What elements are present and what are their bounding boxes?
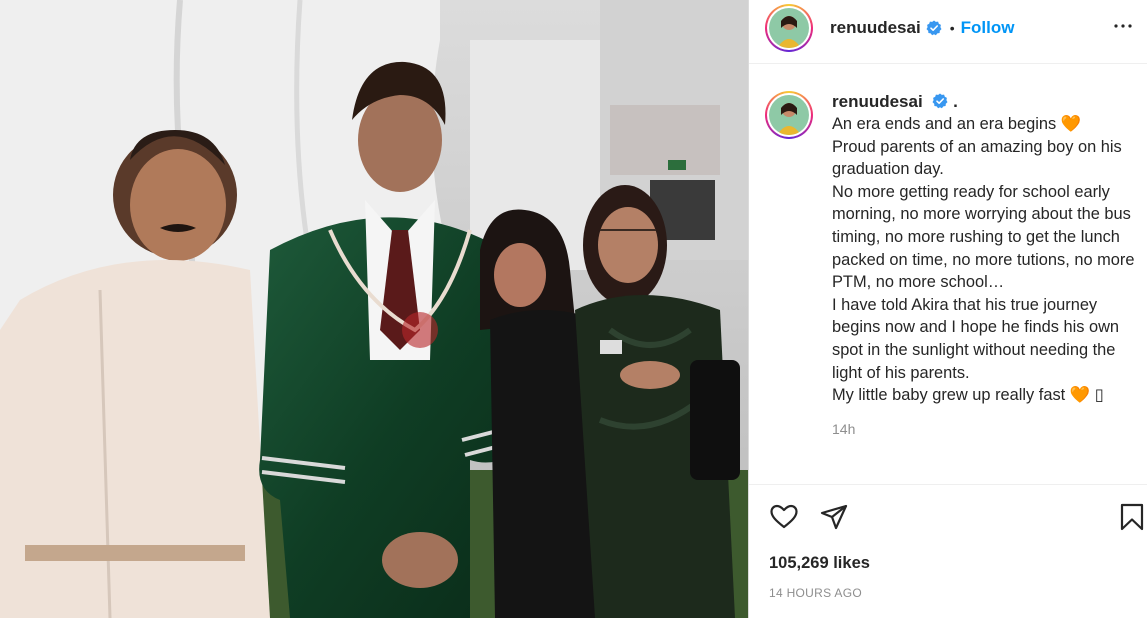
post-header: renuudesai • Follow — [749, 0, 1147, 56]
caption-text: An era ends and an era begins 🧡 Proud pa… — [832, 115, 1135, 405]
avatar-photo — [769, 95, 809, 135]
paper-plane-icon[interactable] — [819, 502, 849, 532]
post-relative-time[interactable]: 14h — [832, 421, 1147, 437]
caption-section: renuudesai . An era ends and an era begi… — [765, 91, 1147, 437]
verified-badge-icon — [932, 93, 948, 109]
likes-count[interactable]: 105,269 likes — [769, 554, 870, 573]
header-divider — [749, 63, 1147, 64]
header-separator: • — [949, 20, 955, 36]
post-timestamp[interactable]: 14 HOURS AGO — [769, 586, 862, 600]
avatar-photo — [769, 8, 809, 48]
follow-button[interactable]: Follow — [961, 18, 1015, 38]
post-photo[interactable] — [0, 0, 748, 618]
more-options-icon[interactable] — [1111, 14, 1135, 38]
profile-avatar[interactable] — [765, 4, 813, 52]
caption-username[interactable]: renuudesai — [832, 92, 923, 111]
caption-avatar[interactable] — [765, 91, 813, 139]
bookmark-icon[interactable] — [1117, 502, 1147, 532]
post-side-panel: renuudesai • Follow renuudesai . An era … — [749, 0, 1147, 618]
caption-body: renuudesai . An era ends and an era begi… — [832, 91, 1147, 437]
action-bar — [769, 502, 1144, 532]
caption-suffix: . — [953, 92, 958, 111]
verified-badge-icon — [926, 20, 942, 36]
post-photo-illustration — [0, 0, 748, 618]
heart-icon[interactable] — [769, 502, 799, 532]
header-username[interactable]: renuudesai — [830, 18, 921, 38]
actions-divider — [749, 484, 1147, 485]
